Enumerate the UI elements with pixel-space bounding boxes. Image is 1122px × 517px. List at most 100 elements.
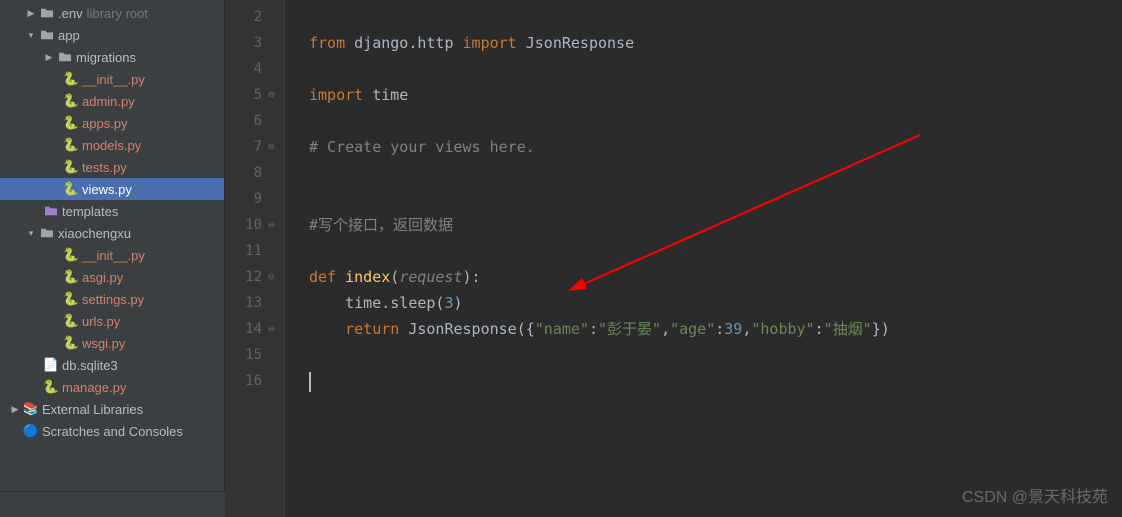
- tree-label: .env: [58, 6, 83, 21]
- fold-marker-icon[interactable]: ⊖: [268, 82, 275, 108]
- line-number[interactable]: 12: [225, 264, 284, 290]
- line-number[interactable]: 14: [225, 316, 284, 342]
- code-line[interactable]: [309, 4, 1122, 30]
- tree-label: views.py: [82, 182, 132, 197]
- code-editor[interactable]: from django.http import JsonResponse ⊖im…: [285, 0, 1122, 517]
- database-file-icon: 📄: [42, 357, 60, 373]
- code-line[interactable]: [309, 186, 1122, 212]
- code-line[interactable]: [309, 56, 1122, 82]
- python-file-icon: 🐍: [42, 379, 60, 395]
- watermark: CSDN @景天科技苑: [962, 483, 1108, 507]
- folder-icon: [42, 205, 60, 217]
- line-gutter[interactable]: 2 3 4 5 6 7 8 9 10 11 12 13 14 15 16: [225, 0, 285, 517]
- chevron-right-icon: ▶: [42, 52, 56, 63]
- line-number[interactable]: 10: [225, 212, 284, 238]
- fold-marker-icon[interactable]: ⊖: [268, 212, 275, 238]
- code-line[interactable]: [309, 238, 1122, 264]
- tree-label: Scratches and Consoles: [42, 424, 183, 439]
- code-line[interactable]: ⊖ return JsonResponse({"name":"彭于晏","age…: [309, 316, 1122, 342]
- tree-label: manage.py: [62, 380, 126, 395]
- fold-marker-icon[interactable]: ⊖: [268, 134, 275, 160]
- chevron-down-icon: ▾: [24, 30, 38, 41]
- tree-file-admin[interactable]: 🐍 admin.py: [0, 90, 224, 112]
- tree-folder-xiaochengxu[interactable]: ▾ xiaochengxu: [0, 222, 224, 244]
- line-number[interactable]: 5: [225, 82, 284, 108]
- tree-file-models[interactable]: 🐍 models.py: [0, 134, 224, 156]
- python-file-icon: 🐍: [62, 181, 80, 197]
- code-line[interactable]: [309, 368, 1122, 394]
- tree-label: wsgi.py: [82, 336, 125, 351]
- tree-file-urls[interactable]: 🐍 urls.py: [0, 310, 224, 332]
- tree-file-apps[interactable]: 🐍 apps.py: [0, 112, 224, 134]
- tree-file-asgi[interactable]: 🐍 asgi.py: [0, 266, 224, 288]
- python-file-icon: 🐍: [62, 115, 80, 131]
- tree-folder-migrations[interactable]: ▶ migrations: [0, 46, 224, 68]
- caret: [309, 372, 311, 392]
- tree-file-init[interactable]: 🐍 __init__.py: [0, 68, 224, 90]
- python-file-icon: 🐍: [62, 93, 80, 109]
- tree-label: app: [58, 28, 80, 43]
- code-line[interactable]: ⊖#写个接口，返回数据: [309, 212, 1122, 238]
- fold-marker-icon[interactable]: ⊖: [268, 264, 275, 290]
- folder-icon: [56, 51, 74, 63]
- code-line[interactable]: time.sleep(3): [309, 290, 1122, 316]
- code-line[interactable]: ⊖def index(request):: [309, 264, 1122, 290]
- tree-file-views[interactable]: 🐍 views.py: [0, 178, 224, 200]
- line-number[interactable]: 4: [225, 56, 284, 82]
- line-number[interactable]: 11: [225, 238, 284, 264]
- tree-label: __init__.py: [82, 72, 145, 87]
- tree-label: admin.py: [82, 94, 135, 109]
- code-line[interactable]: [309, 342, 1122, 368]
- code-line[interactable]: [309, 108, 1122, 134]
- tree-scratches[interactable]: 🔵 Scratches and Consoles: [0, 420, 224, 442]
- tree-label: tests.py: [82, 160, 127, 175]
- folder-icon: [38, 7, 56, 19]
- code-line[interactable]: [309, 160, 1122, 186]
- tree-file-settings[interactable]: 🐍 settings.py: [0, 288, 224, 310]
- tree-file-db[interactable]: 📄 db.sqlite3: [0, 354, 224, 376]
- python-file-icon: 🐍: [62, 137, 80, 153]
- tree-label: __init__.py: [82, 248, 145, 263]
- editor-area: 2 3 4 5 6 7 8 9 10 11 12 13 14 15 16 fro…: [225, 0, 1122, 517]
- tree-label: External Libraries: [42, 402, 143, 417]
- code-line[interactable]: ⊖# Create your views here.: [309, 134, 1122, 160]
- line-number[interactable]: 2: [225, 4, 284, 30]
- tree-file-init2[interactable]: 🐍 __init__.py: [0, 244, 224, 266]
- tree-external-libraries[interactable]: ▶ 📚 External Libraries: [0, 398, 224, 420]
- code-line[interactable]: from django.http import JsonResponse: [309, 30, 1122, 56]
- tree-label: xiaochengxu: [58, 226, 131, 241]
- chevron-right-icon: ▶: [8, 404, 22, 415]
- python-file-icon: 🐍: [62, 335, 80, 351]
- python-file-icon: 🐍: [62, 313, 80, 329]
- line-number[interactable]: 15: [225, 342, 284, 368]
- line-number[interactable]: 9: [225, 186, 284, 212]
- line-number[interactable]: 7: [225, 134, 284, 160]
- tree-label: models.py: [82, 138, 141, 153]
- tree-file-manage[interactable]: 🐍 manage.py: [0, 376, 224, 398]
- folder-icon: [38, 227, 56, 239]
- tree-label: templates: [62, 204, 118, 219]
- line-number[interactable]: 13: [225, 290, 284, 316]
- code-line[interactable]: ⊖import time: [309, 82, 1122, 108]
- python-file-icon: 🐍: [62, 71, 80, 87]
- tree-folder-templates[interactable]: templates: [0, 200, 224, 222]
- fold-marker-icon[interactable]: ⊖: [268, 316, 275, 342]
- tree-folder-app[interactable]: ▾ app: [0, 24, 224, 46]
- tree-label: settings.py: [82, 292, 144, 307]
- tree-label: migrations: [76, 50, 136, 65]
- line-number[interactable]: 6: [225, 108, 284, 134]
- project-tree[interactable]: ▶ .env library root ▾ app ▶ migrations 🐍…: [0, 0, 225, 517]
- bottom-bar: [0, 491, 225, 517]
- tree-label: db.sqlite3: [62, 358, 118, 373]
- line-number[interactable]: 3: [225, 30, 284, 56]
- python-file-icon: 🐍: [62, 269, 80, 285]
- chevron-down-icon: ▾: [24, 228, 38, 239]
- chevron-right-icon: ▶: [24, 8, 38, 19]
- tree-label: asgi.py: [82, 270, 123, 285]
- tree-folder-env[interactable]: ▶ .env library root: [0, 2, 224, 24]
- line-number[interactable]: 8: [225, 160, 284, 186]
- scratches-icon: 🔵: [22, 423, 40, 439]
- tree-file-tests[interactable]: 🐍 tests.py: [0, 156, 224, 178]
- tree-file-wsgi[interactable]: 🐍 wsgi.py: [0, 332, 224, 354]
- line-number[interactable]: 16: [225, 368, 284, 394]
